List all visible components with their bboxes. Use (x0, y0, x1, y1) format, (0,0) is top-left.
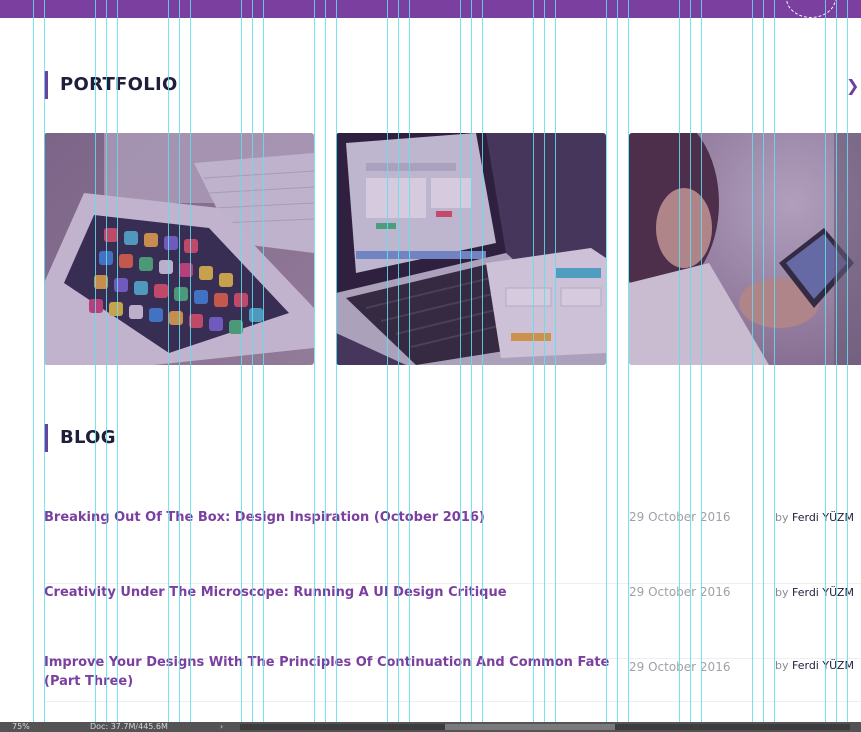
by-label: by (775, 511, 789, 524)
portfolio-item-laptop[interactable] (336, 133, 606, 365)
blog-post-row: Creativity Under The Microscope: Running… (44, 583, 861, 659)
blog-post-date: 29 October 2016 (629, 510, 731, 524)
portfolio-item-phone[interactable] (629, 133, 861, 365)
portfolio-heading: PORTFOLIO (44, 71, 178, 99)
blog-post-title[interactable]: Improve Your Designs With The Principles… (44, 653, 614, 691)
scrollbar-thumb[interactable] (445, 724, 615, 730)
document-size: Doc: 37.7M/445.6M (90, 722, 168, 731)
blog-post-byline: by Ferdi YÜZM (775, 656, 854, 675)
guide-line (33, 0, 34, 722)
blog-post-row: Breaking Out Of The Box: Design Inspirat… (44, 508, 861, 584)
blog-post-byline: by Ferdi YÜZM (775, 508, 854, 527)
blog-post-title[interactable]: Breaking Out Of The Box: Design Inspirat… (44, 508, 614, 527)
blog-post-byline: by Ferdi YÜZM (775, 583, 854, 602)
blog-post-author[interactable]: Ferdi YÜZM (792, 511, 854, 524)
blog-post-row: Improve Your Designs With The Principles… (44, 653, 861, 702)
status-menu-arrow-icon[interactable]: › (220, 722, 223, 732)
blog-post-date: 29 October 2016 (629, 660, 731, 674)
blog-post-author[interactable]: Ferdi YÜZM (792, 659, 854, 672)
tablet-photo-icon (44, 133, 314, 365)
blog-heading: BLOG (44, 424, 116, 452)
zoom-level[interactable]: 75% (12, 722, 30, 732)
selection-marquee (786, 0, 836, 18)
by-label: by (775, 586, 789, 599)
by-label: by (775, 659, 789, 672)
editor-status-bar: 75% Doc: 37.7M/445.6M › (0, 722, 861, 732)
blog-post-author[interactable]: Ferdi YÜZM (792, 586, 854, 599)
blog-post-title[interactable]: Creativity Under The Microscope: Running… (44, 583, 614, 602)
phone-photo-icon (629, 133, 861, 365)
top-header-bar (0, 0, 861, 18)
portfolio-item-tablet[interactable] (44, 133, 314, 365)
blog-post-date: 29 October 2016 (629, 585, 731, 599)
portfolio-next-arrow-icon[interactable]: ❯ (846, 76, 859, 95)
laptop-photo-icon (336, 133, 606, 365)
